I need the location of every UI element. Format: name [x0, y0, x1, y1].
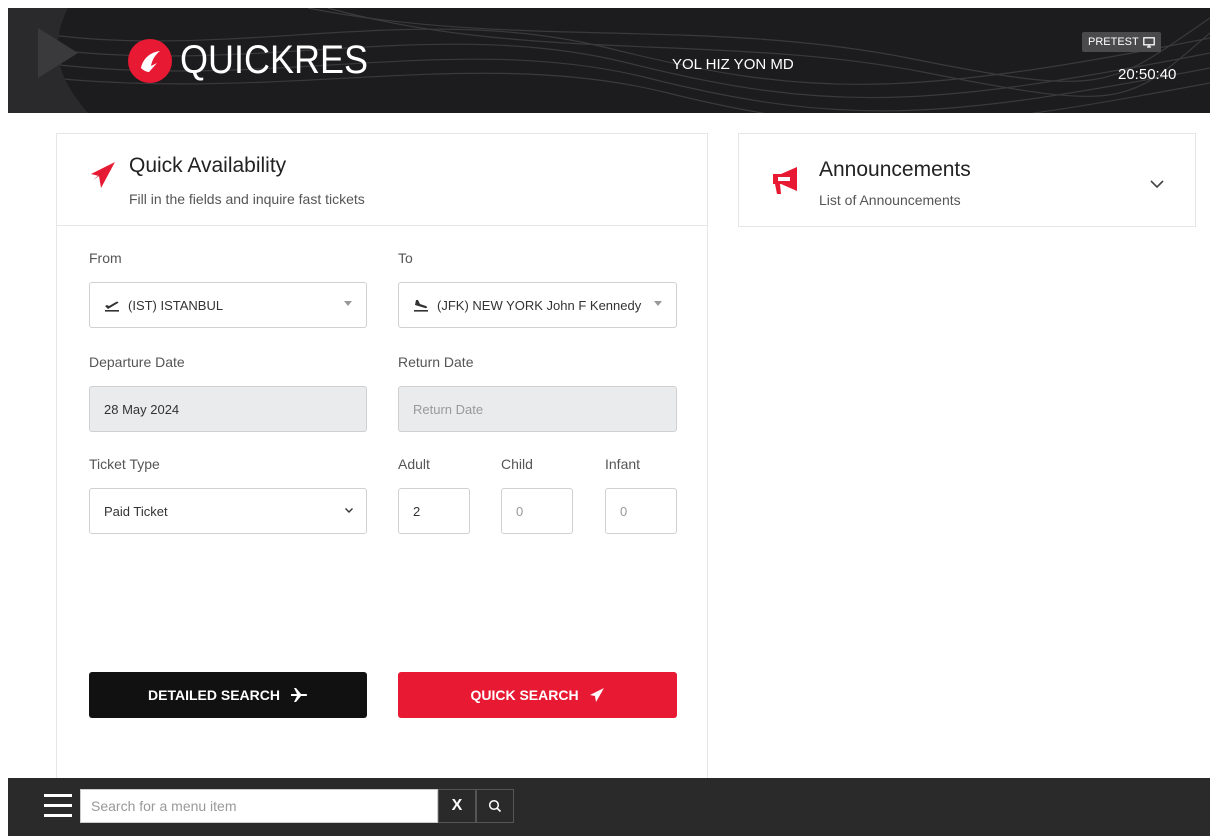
adult-input[interactable]: 2: [398, 488, 470, 534]
quick-availability-subtitle: Fill in the fields and inquire fast tick…: [129, 191, 365, 207]
caret-down-icon: [344, 301, 352, 306]
return-date-input[interactable]: Return Date: [398, 386, 677, 432]
environment-badge[interactable]: PRETEST: [1082, 32, 1161, 52]
monitor-icon: [1142, 36, 1155, 48]
search-button[interactable]: [476, 789, 514, 823]
announcements-card[interactable]: Announcements List of Announcements: [738, 133, 1196, 227]
clear-search-label: X: [451, 797, 463, 814]
departure-date-label: Departure Date: [89, 354, 185, 370]
quick-availability-title: Quick Availability: [129, 154, 287, 177]
menu-search-placeholder: Search for a menu item: [91, 798, 237, 814]
departure-date-input[interactable]: 28 May 2024: [89, 386, 367, 432]
app-header: QUICKRES YOL HIZ YON MD PRETEST 20:50:40: [8, 8, 1210, 113]
child-input[interactable]: 0: [501, 488, 573, 534]
from-select[interactable]: (IST) ISTANBUL: [89, 282, 367, 328]
ticket-type-select[interactable]: Paid Ticket: [89, 488, 367, 534]
return-date-label: Return Date: [398, 354, 474, 370]
logo-text: QUICKRES: [180, 38, 369, 82]
quickres-logo[interactable]: QUICKRES: [128, 38, 389, 83]
detailed-search-label: DETAILED SEARCH: [148, 687, 280, 703]
airplane-icon: [290, 688, 308, 702]
adult-value: 2: [413, 503, 421, 519]
paper-plane-icon: [91, 162, 115, 188]
menu-search-input[interactable]: Search for a menu item: [80, 789, 438, 823]
quick-availability-header: Quick Availability Fill in the fields an…: [57, 134, 707, 226]
announcements-title: Announcements: [819, 158, 971, 181]
chevron-down-icon: [345, 508, 353, 513]
page: QUICKRES YOL HIZ YON MD PRETEST 20:50:40…: [0, 0, 1210, 836]
clock: 20:50:40: [1118, 66, 1177, 83]
to-select[interactable]: (JFK) NEW YORK John F Kennedy: [398, 282, 677, 328]
menu-search-bar: Search for a menu item X: [8, 778, 1210, 836]
quick-availability-card: Quick Availability Fill in the fields an…: [56, 133, 708, 793]
airline-logo-icon: [128, 38, 172, 83]
announcements-subtitle: List of Announcements: [819, 192, 961, 208]
return-date-placeholder: Return Date: [413, 401, 484, 417]
caret-down-icon: [654, 301, 662, 306]
child-value: 0: [516, 503, 524, 519]
infant-value: 0: [620, 503, 628, 519]
infant-label: Infant: [605, 456, 641, 472]
clear-search-button[interactable]: X: [438, 789, 476, 823]
departure-date-value: 28 May 2024: [104, 401, 180, 417]
ticket-type-label: Ticket Type: [89, 456, 160, 472]
infant-input[interactable]: 0: [605, 488, 677, 534]
takeoff-icon: [105, 301, 119, 312]
chevron-down-icon[interactable]: [1149, 178, 1165, 190]
to-value: (JFK) NEW YORK John F Kennedy: [437, 297, 642, 313]
quick-search-label: QUICK SEARCH: [470, 687, 579, 703]
user-name: YOL HIZ YON MD: [672, 56, 794, 73]
environment-label: PRETEST: [1088, 36, 1139, 48]
child-label: Child: [501, 456, 533, 472]
paper-plane-icon: [589, 688, 604, 702]
megaphone-icon: [773, 167, 797, 194]
to-label: To: [398, 250, 413, 266]
ticket-type-value: Paid Ticket: [104, 503, 168, 519]
adult-label: Adult: [398, 456, 430, 472]
hamburger-menu-icon[interactable]: [44, 794, 72, 818]
from-value: (IST) ISTANBUL: [128, 297, 224, 313]
landing-icon: [414, 300, 428, 312]
detailed-search-button[interactable]: DETAILED SEARCH: [89, 672, 367, 718]
search-icon: [488, 799, 502, 813]
from-label: From: [89, 250, 122, 266]
quick-search-button[interactable]: QUICK SEARCH: [398, 672, 677, 718]
